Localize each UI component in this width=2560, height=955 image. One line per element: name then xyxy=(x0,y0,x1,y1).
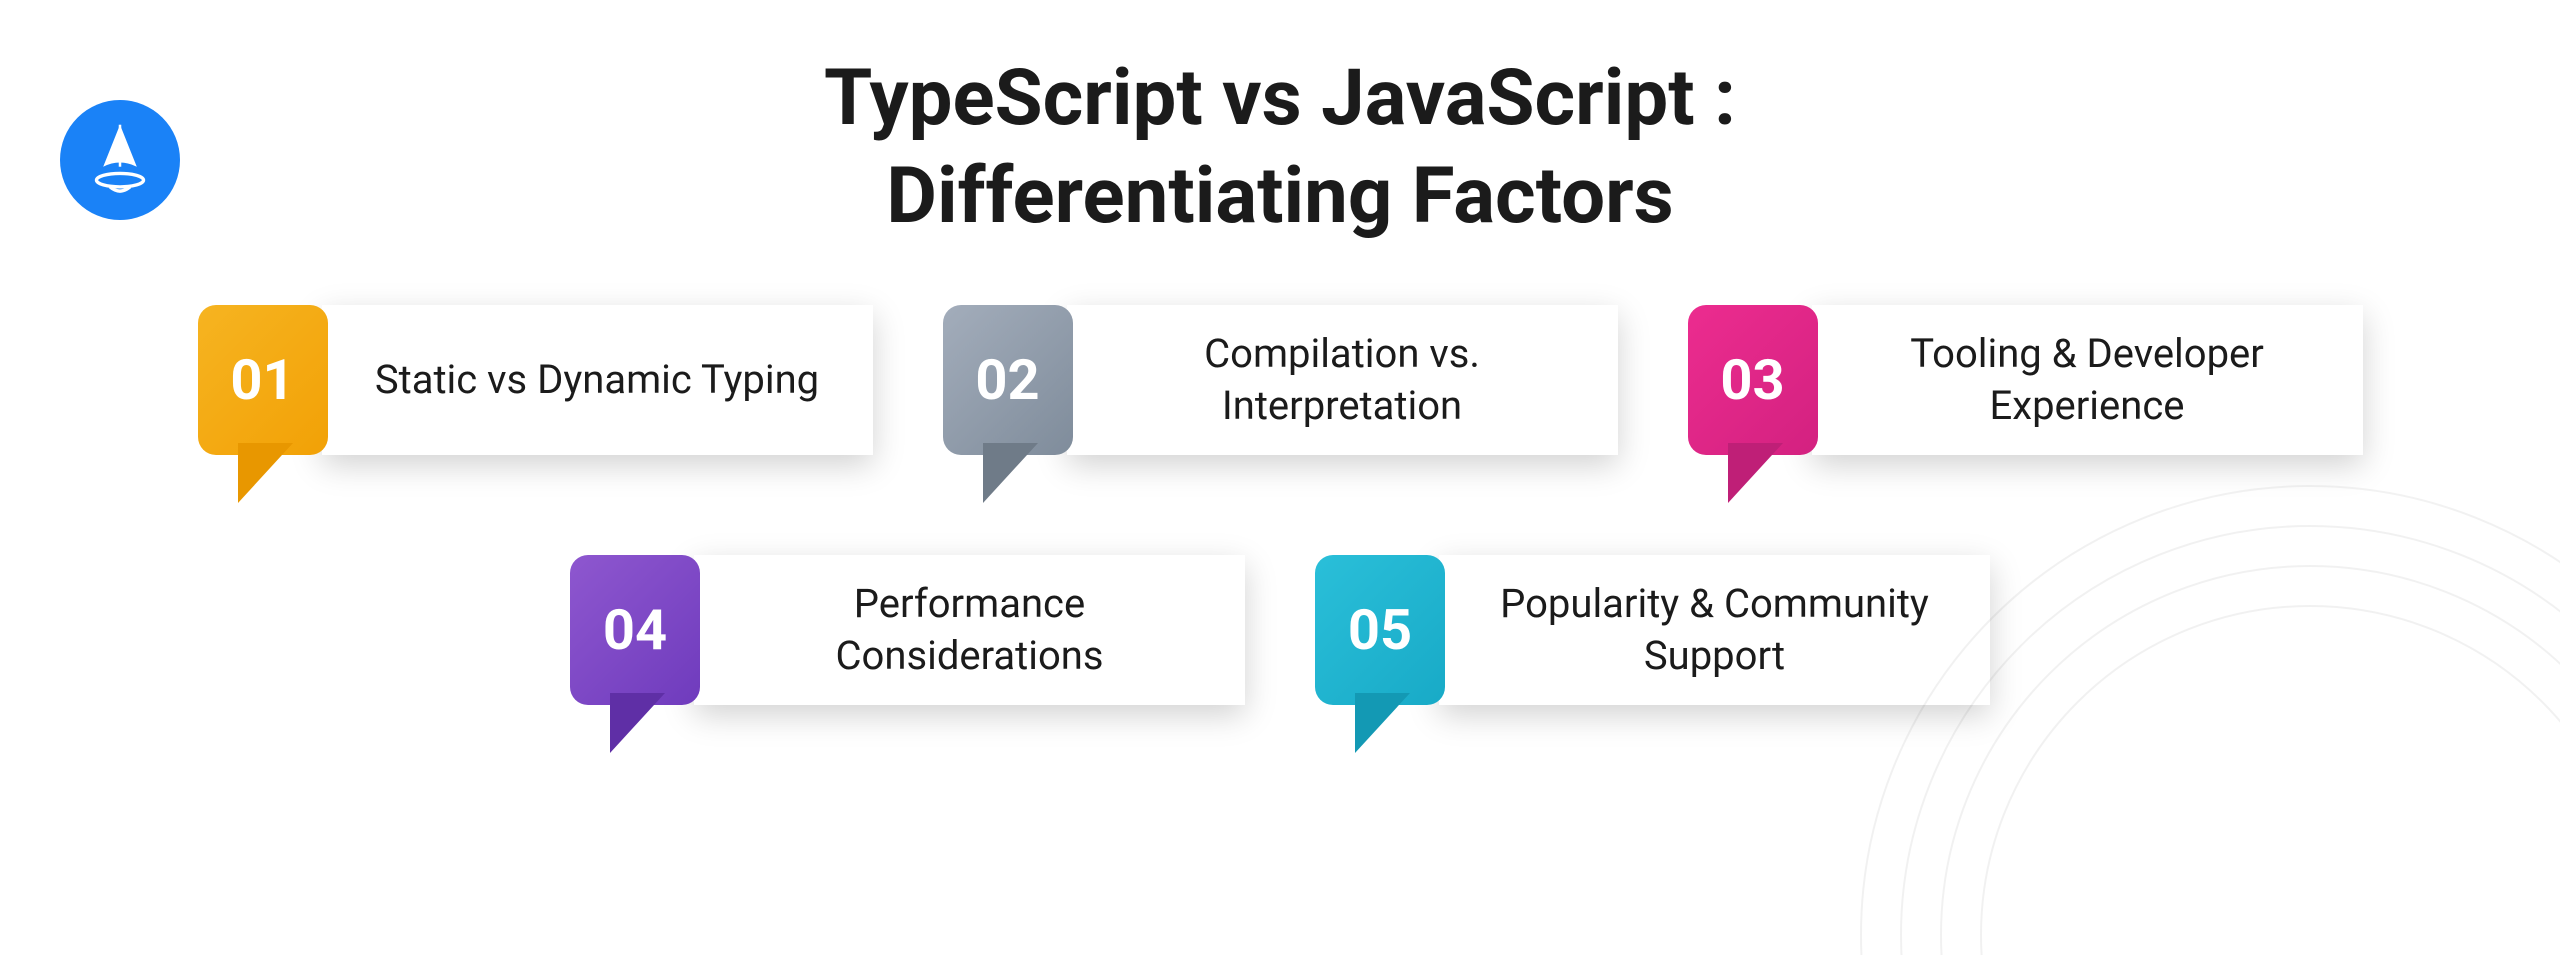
factor-number-badge: 05 xyxy=(1315,555,1445,705)
sailboat-icon xyxy=(78,118,162,202)
brand-logo xyxy=(60,100,180,220)
factor-grid: 01 Static vs Dynamic Typing 02 Compilati… xyxy=(0,305,2560,705)
factor-card-01: 01 Static vs Dynamic Typing xyxy=(198,305,873,455)
title-line-1: TypeScript vs JavaScript : xyxy=(824,53,1736,144)
factor-label: Tooling & Developer Experience xyxy=(1852,328,2323,432)
factor-panel: Static vs Dynamic Typing xyxy=(322,305,873,455)
factor-number: 05 xyxy=(1348,597,1412,663)
factor-number-badge: 03 xyxy=(1688,305,1818,455)
title-line-2: Differentiating Factors xyxy=(886,151,1673,242)
factor-label: Performance Considerations xyxy=(734,578,1205,682)
factor-number-badge: 02 xyxy=(943,305,1073,455)
factor-number: 04 xyxy=(603,597,667,663)
factor-panel: Performance Considerations xyxy=(694,555,1245,705)
factor-label: Popularity & Community Support xyxy=(1479,578,1950,682)
factor-panel: Popularity & Community Support xyxy=(1439,555,1990,705)
page-title: TypeScript vs JavaScript : Differentiati… xyxy=(0,50,2560,245)
factor-row-2: 04 Performance Considerations 05 Popular… xyxy=(0,555,2560,705)
factor-label: Compilation vs. Interpretation xyxy=(1107,328,1578,432)
factor-row-1: 01 Static vs Dynamic Typing 02 Compilati… xyxy=(0,305,2560,455)
factor-card-02: 02 Compilation vs. Interpretation xyxy=(943,305,1618,455)
factor-card-05: 05 Popularity & Community Support xyxy=(1315,555,1990,705)
factor-label: Static vs Dynamic Typing xyxy=(375,354,819,406)
factor-number: 02 xyxy=(975,347,1039,413)
factor-number-badge: 04 xyxy=(570,555,700,705)
factor-number-badge: 01 xyxy=(198,305,328,455)
factor-panel: Compilation vs. Interpretation xyxy=(1067,305,1618,455)
factor-panel: Tooling & Developer Experience xyxy=(1812,305,2363,455)
factor-card-04: 04 Performance Considerations xyxy=(570,555,1245,705)
factor-card-03: 03 Tooling & Developer Experience xyxy=(1688,305,2363,455)
factor-number: 03 xyxy=(1720,347,1784,413)
factor-number: 01 xyxy=(230,347,294,413)
